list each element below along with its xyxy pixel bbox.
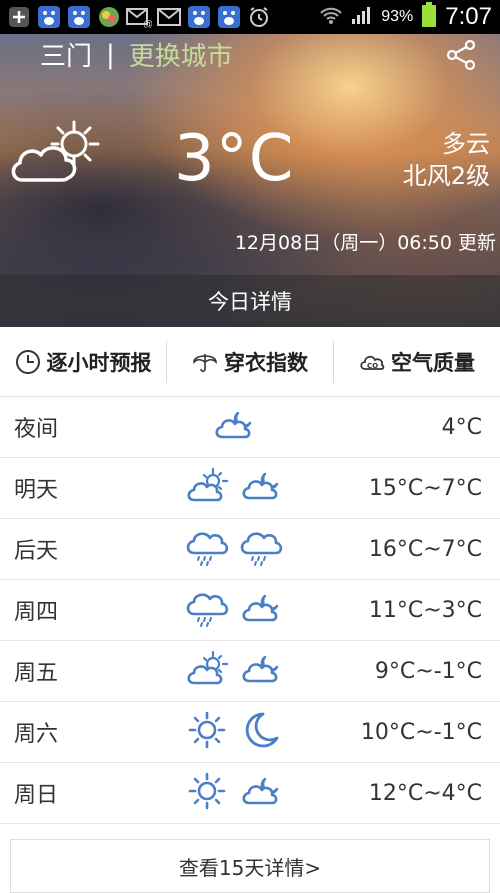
cloudy-night-icon <box>212 405 256 449</box>
mail-icon <box>156 4 182 30</box>
change-city-link[interactable]: 更换城市 <box>129 36 233 73</box>
forecast-day: 夜间 <box>14 417 59 442</box>
forecast-row[interactable]: 夜间 4°C <box>0 397 500 458</box>
forecast-day: 周五 <box>14 661 59 686</box>
forecast-row[interactable]: 周五 9°C~-1°C <box>0 641 500 702</box>
city-header: 三门 | 更换城市 <box>40 36 233 73</box>
plus-icon <box>6 4 32 30</box>
sun-icon <box>185 710 229 754</box>
weather-hero: 三门 | 更换城市 3°C 多云 北风2级 12月08日（周一）06:50 更新… <box>0 34 500 327</box>
tab-clothing-index[interactable]: 穿衣指数 <box>166 340 333 383</box>
mail-at-icon: @ <box>126 4 152 30</box>
view-15-day-label: 查看15天详情> <box>178 855 322 880</box>
baidu-icon <box>216 4 242 30</box>
clock-icon <box>15 349 40 374</box>
forecast-icons <box>184 588 284 632</box>
tab-label: 逐小时预报 <box>46 350 152 375</box>
tab-label: 空气质量 <box>391 350 475 375</box>
condition-text: 多云 <box>442 130 490 158</box>
tab-label: 穿衣指数 <box>224 350 308 375</box>
wifi-icon <box>319 5 343 29</box>
forecast-temp-range: 16°C~7°C <box>368 536 482 562</box>
forecast-icons <box>184 771 284 815</box>
forecast-icons <box>184 710 284 754</box>
cloudy-night-icon <box>239 771 283 815</box>
forecast-list: 夜间 4°C 明天 15°C~7°C 后天 16°C~7°C 周四 11°C~3°C 周五 9°C… <box>0 397 500 824</box>
app-icon <box>96 4 122 30</box>
current-temperature: 3°C <box>174 122 295 196</box>
umbrella-icon <box>193 353 217 372</box>
battery-percent: 93% <box>381 8 414 25</box>
forecast-day: 周六 <box>14 722 59 747</box>
battery-icon <box>421 2 437 32</box>
forecast-icons <box>184 527 284 571</box>
alarm-icon <box>246 4 272 30</box>
partly-cloudy-day-icon <box>11 120 100 182</box>
forecast-day: 周四 <box>14 600 59 625</box>
rain-icon <box>239 527 283 571</box>
forecast-temp-range: 10°C~-1°C <box>360 719 482 745</box>
cloudy-night-icon <box>239 588 283 632</box>
tab-bar: 逐小时预报 穿衣指数 CO 空气质量 <box>0 327 500 397</box>
baidu-icon <box>186 4 212 30</box>
forecast-temp-range: 9°C~-1°C <box>374 658 482 684</box>
cloudy-night-icon <box>239 649 283 693</box>
partly-cloudy-day-icon <box>185 649 229 693</box>
forecast-temp-range: 11°C~3°C <box>368 597 482 623</box>
city-name[interactable]: 三门 <box>40 36 92 73</box>
forecast-icons <box>184 405 284 449</box>
today-detail-button[interactable]: 今日详情 <box>0 275 500 327</box>
forecast-row[interactable]: 周六 10°C~-1°C <box>0 702 500 763</box>
signal-icon <box>351 5 373 29</box>
moon-icon <box>239 710 283 754</box>
forecast-icons <box>184 649 284 693</box>
status-bar: @ 93% 7:07 <box>0 0 500 34</box>
condition-block: 多云 北风2级 <box>403 128 490 192</box>
forecast-day: 后天 <box>14 539 59 564</box>
baidu-icon <box>36 4 62 30</box>
clock-time: 7:07 <box>445 3 492 30</box>
forecast-temp-range: 4°C <box>441 414 482 440</box>
forecast-day: 周日 <box>14 783 59 808</box>
svg-text:CO: CO <box>367 362 378 370</box>
forecast-row[interactable]: 后天 16°C~7°C <box>0 519 500 580</box>
air-quality-icon: CO <box>360 355 385 370</box>
baidu-icon <box>66 4 92 30</box>
wind-text: 北风2级 <box>402 162 490 190</box>
view-15-day-button[interactable]: 查看15天详情> <box>10 839 490 893</box>
tab-air-quality[interactable]: CO 空气质量 <box>333 340 500 383</box>
rain-icon <box>185 527 229 571</box>
svg-text:@: @ <box>143 19 152 28</box>
cloudy-night-icon <box>239 466 283 510</box>
share-icon[interactable] <box>444 38 478 72</box>
forecast-icons <box>184 466 284 510</box>
update-time: 12月08日（周一）06:50 更新 <box>234 232 496 254</box>
forecast-temp-range: 12°C~4°C <box>368 780 482 806</box>
header-separator: | <box>106 39 115 70</box>
sun-icon <box>185 771 229 815</box>
forecast-row[interactable]: 周四 11°C~3°C <box>0 580 500 641</box>
today-detail-label: 今日详情 <box>208 290 292 314</box>
forecast-row[interactable]: 周日 12°C~4°C <box>0 763 500 824</box>
notification-icons: @ <box>6 4 272 30</box>
forecast-row[interactable]: 明天 15°C~7°C <box>0 458 500 519</box>
tab-hourly-forecast[interactable]: 逐小时预报 <box>0 341 166 383</box>
rain-icon <box>185 588 229 632</box>
partly-cloudy-day-icon <box>185 466 229 510</box>
forecast-temp-range: 15°C~7°C <box>368 475 482 501</box>
forecast-day: 明天 <box>14 478 59 503</box>
